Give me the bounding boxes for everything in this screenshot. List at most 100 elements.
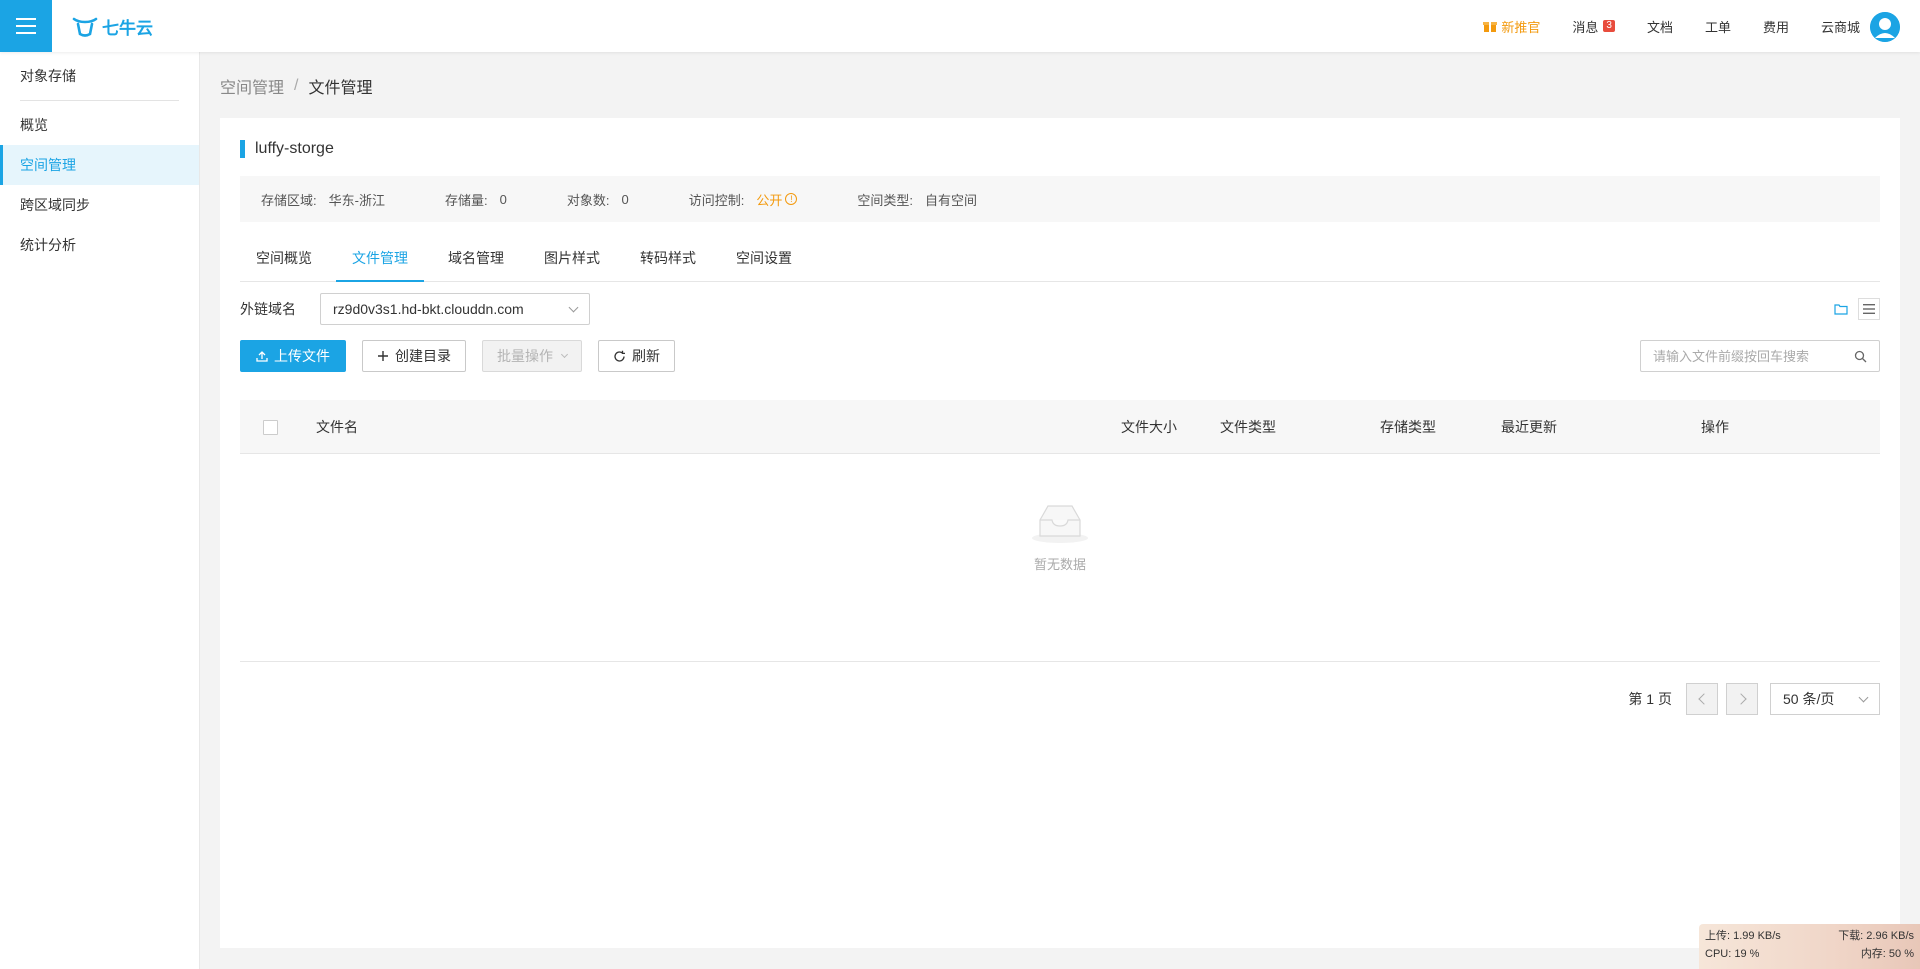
info-label: 空间类型: [857,192,913,208]
nav-billing[interactable]: 费用 [1763,17,1789,36]
create-directory-button[interactable]: 创建目录 [362,340,466,372]
chevron-down-icon [1858,692,1869,702]
domain-select[interactable]: rz9d0v3s1.hd-bkt.clouddn.com [320,293,590,325]
page-size-select[interactable]: 50 条/页 [1770,683,1880,715]
access-control-public[interactable]: 公开 ! [756,190,798,209]
tab-bucket-settings[interactable]: 空间设置 [720,240,808,282]
memory-usage: 内存: 50 % [1860,948,1914,960]
bucket-info-bar: 存储区域: 华东-浙江 存储量: 0 对象数: 0 访问控制: 公开 ! 空间类… [240,176,1880,222]
info-label: 访问控制: [688,192,745,208]
empty-text: 暂无数据 [1033,557,1086,572]
prev-page-button[interactable] [1686,683,1718,715]
tab-image-styles[interactable]: 图片样式 [528,240,616,282]
refresh-label: 刷新 [632,348,660,364]
menu-line [16,32,36,34]
nav-messages-label: 消息 [1572,19,1599,35]
breadcrumb-parent[interactable]: 空间管理 [220,74,284,98]
nav-docs[interactable]: 文档 [1647,17,1673,36]
sidebar-title[interactable]: 对象存储 [0,52,199,100]
domain-select-value: rz9d0v3s1.hd-bkt.clouddn.com [333,301,524,317]
empty-state: 暂无数据 [240,454,1880,662]
info-value: 0 [621,191,629,207]
create-directory-label: 创建目录 [395,348,451,364]
info-label: 存储区域: [261,192,317,208]
domain-row: 外链域名 rz9d0v3s1.hd-bkt.clouddn.com [240,293,590,325]
nav-tickets[interactable]: 工单 [1705,17,1731,36]
info-label: 对象数: [566,192,610,208]
menu-line [16,25,36,27]
upload-speed: 上传: 1.99 KB/s [1705,930,1781,942]
breadcrumb-separator: / [294,77,299,94]
logo-text: 七牛云 [102,19,153,38]
list-icon [1863,304,1875,314]
top-bar: 七牛云 新推官 消息 3 文档 工单 费用 云商城 [0,0,1920,52]
logo[interactable]: 七牛云 [72,14,153,39]
chevron-down-icon [560,350,569,359]
nav-messages[interactable]: 消息 3 [1572,17,1615,36]
nav-promo-label: 新推官 [1501,19,1541,35]
sidebar-item-statistics[interactable]: 统计分析 [0,225,199,265]
info-value: 公开 [756,192,783,208]
nav-docs-label: 文档 [1646,19,1673,35]
info-value: 自有空间 [924,192,977,208]
page-size-value: 50 条/页 [1783,691,1835,707]
refresh-button[interactable]: 刷新 [598,340,675,372]
download-speed: 下载: 2.96 KB/s [1838,930,1914,942]
nav-tickets-label: 工单 [1704,19,1731,35]
sidebar-item-bucket-management[interactable]: 空间管理 [0,145,199,185]
netmon-row: CPU: 19 % 内存: 50 % [1705,945,1914,963]
batch-operation-button[interactable]: 批量操作 [482,340,582,372]
refresh-icon [614,350,625,362]
info-value: 华东-浙江 [328,192,385,208]
chevron-left-icon [1697,693,1710,705]
nav-promo[interactable]: 新推官 [1483,17,1540,36]
cpu-usage: CPU: 19 % [1705,948,1760,960]
info-region: 存储区域: 华东-浙江 [261,190,385,209]
sidebar-item-overview[interactable]: 概览 [0,105,199,145]
menu-line [16,18,36,20]
nav-billing-label: 费用 [1762,19,1789,35]
list-view-button[interactable] [1858,298,1880,320]
sidebar-item-cross-region-sync[interactable]: 跨区域同步 [0,185,199,225]
column-last-updated[interactable]: 最近更新 [1501,400,1557,454]
select-all-checkbox[interactable] [263,420,278,435]
column-filename[interactable]: 文件名 [316,400,358,454]
view-toggles [1830,298,1880,320]
plus-icon [378,351,388,361]
next-page-button[interactable] [1726,683,1758,715]
bucket-name: luffy-storge [255,140,334,157]
info-label: 存储量: [444,192,488,208]
info-storage: 存储量: 0 [445,190,507,209]
upload-file-label: 上传文件 [274,348,330,364]
warning-icon[interactable]: ! [785,193,798,205]
info-object-count: 对象数: 0 [567,190,629,209]
nav-marketplace[interactable]: 云商城 [1821,17,1860,36]
message-count-badge: 3 [1603,20,1615,32]
top-nav: 新推官 消息 3 文档 工单 费用 云商城 [1483,0,1860,52]
search-icon[interactable] [1854,350,1867,363]
action-row: 上传文件 创建目录 批量操作 刷新 [240,340,675,372]
upload-icon [256,351,268,362]
user-avatar[interactable] [1870,12,1900,42]
bucket-title: luffy-storge [240,140,334,158]
logo-icon [72,17,98,37]
network-monitor-widget[interactable]: 上传: 1.99 KB/s 下载: 2.96 KB/s CPU: 19 % 内存… [1699,924,1920,969]
file-search-input[interactable] [1653,348,1854,364]
folder-icon [1834,304,1848,315]
tab-transcode-styles[interactable]: 转码样式 [624,240,712,282]
tab-domain-management[interactable]: 域名管理 [432,240,520,282]
column-type: 文件类型 [1220,419,1276,435]
upload-file-button[interactable]: 上传文件 [240,340,346,372]
title-accent-bar [240,140,245,158]
file-table: 文件名 文件大小 文件类型 存储类型 最近更新 操作 暂无数据 [240,400,1880,662]
pagination: 第 1 页 50 条/页 [1628,683,1880,715]
column-size[interactable]: 文件大小 [1121,400,1177,454]
search-box [1640,340,1880,372]
breadcrumb: 空间管理 / 文件管理 [220,74,372,98]
tab-file-management[interactable]: 文件管理 [336,240,424,282]
breadcrumb-current: 文件管理 [308,80,373,97]
hamburger-menu-button[interactable] [0,0,52,52]
column-storage-type: 存储类型 [1380,419,1436,435]
folder-view-button[interactable] [1830,298,1852,320]
tab-bucket-overview[interactable]: 空间概览 [240,240,328,282]
